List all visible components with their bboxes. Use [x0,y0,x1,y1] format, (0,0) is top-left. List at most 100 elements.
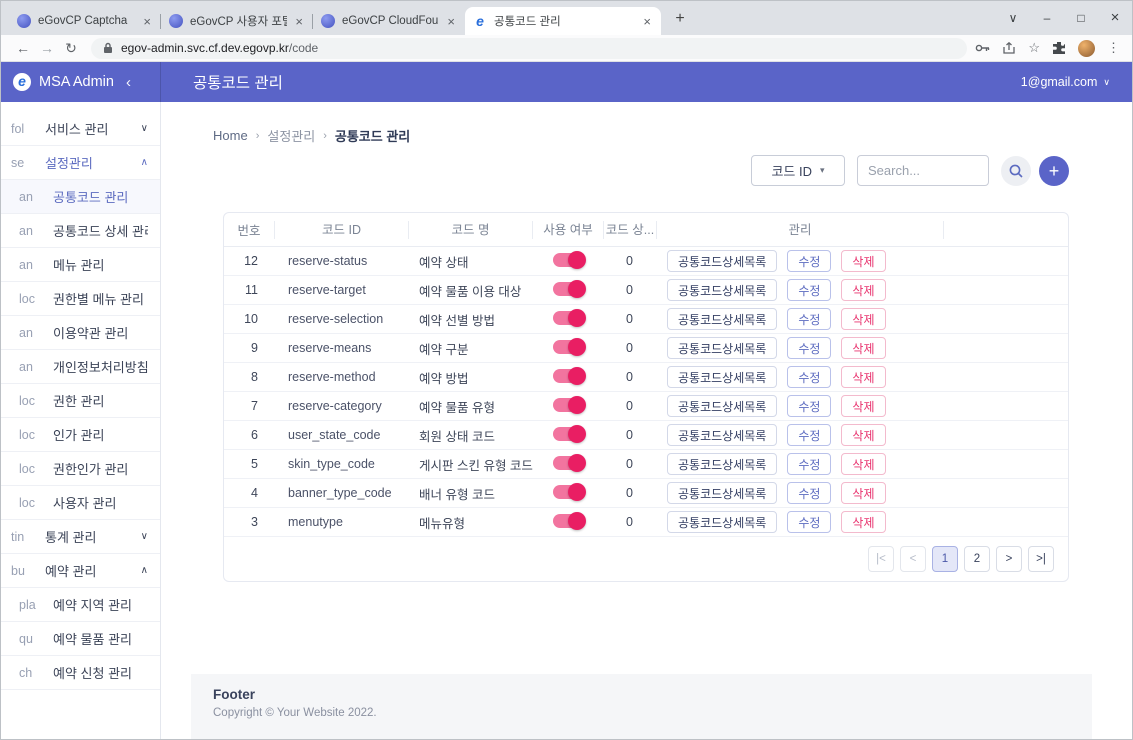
use-toggle[interactable] [553,253,583,267]
user-menu[interactable]: 1@gmail.com ∨ [1021,75,1110,89]
use-toggle[interactable] [553,427,583,441]
extensions-puzzle-icon[interactable] [1052,41,1066,55]
edit-button[interactable]: 수정 [787,337,831,359]
edit-button[interactable]: 수정 [787,279,831,301]
sidebar-item[interactable]: qu예약 물품 관리 [1,622,160,656]
pagination-first[interactable]: |< [868,546,894,572]
use-toggle[interactable] [553,311,583,325]
delete-button[interactable]: 삭제 [841,308,885,330]
detail-list-button[interactable]: 공통코드상세목록 [667,308,777,330]
edit-button[interactable]: 수정 [787,453,831,475]
edit-button[interactable]: 수정 [787,424,831,446]
search-field-select[interactable]: 코드 ID ▾ [751,155,845,186]
cell-code-id: reserve-selection [274,312,408,326]
detail-list-button[interactable]: 공통코드상세목록 [667,250,777,272]
sidebar-item[interactable]: ch예약 신청 관리 [1,656,160,690]
detail-list-button[interactable]: 공통코드상세목록 [667,279,777,301]
reload-button[interactable]: ↻ [59,40,83,57]
edit-button[interactable]: 수정 [787,395,831,417]
sidebar-item[interactable]: fol서비스 관리∨ [1,112,160,146]
password-key-icon[interactable] [975,43,990,53]
minimize-button[interactable]: – [1030,1,1064,35]
pagination-page-1[interactable]: 1 [932,546,958,572]
use-toggle[interactable] [553,340,583,354]
pagination-page-2[interactable]: 2 [964,546,990,572]
new-tab-button[interactable]: + [667,6,693,32]
sidebar-item[interactable]: an이용약관 관리 [1,316,160,350]
tab-close-icon[interactable]: × [641,14,653,29]
browser-tab[interactable]: e공통코드 관리× [465,7,661,35]
sidebar-item[interactable]: an개인정보처리방침 관리 [1,350,160,384]
use-toggle[interactable] [553,398,583,412]
sidebar-item-label: 통계 관리 [45,527,141,546]
sidebar-item[interactable]: bu예약 관리∧ [1,554,160,588]
delete-button[interactable]: 삭제 [841,511,885,533]
tab-close-icon[interactable]: × [141,14,153,29]
delete-button[interactable]: 삭제 [841,279,885,301]
bookmark-star-icon[interactable]: ☆ [1028,40,1040,56]
delete-button[interactable]: 삭제 [841,337,885,359]
footer-copyright: Copyright © Your Website 2022. [213,707,1092,719]
sidebar-item[interactable]: loc권한인가 관리 [1,452,160,486]
use-toggle[interactable] [553,282,583,296]
profile-avatar[interactable] [1078,40,1095,57]
tab-close-icon[interactable]: × [293,14,305,29]
back-button[interactable]: ← [11,40,35,56]
search-input[interactable] [857,155,989,186]
detail-list-button[interactable]: 공통코드상세목록 [667,337,777,359]
detail-list-button[interactable]: 공통코드상세목록 [667,482,777,504]
pagination-next[interactable]: > [996,546,1022,572]
edit-button[interactable]: 수정 [787,366,831,388]
address-bar[interactable]: egov-admin.svc.cf.dev.egovp.kr/code [91,38,967,59]
delete-button[interactable]: 삭제 [841,482,885,504]
detail-list-button[interactable]: 공통코드상세목록 [667,395,777,417]
detail-list-button[interactable]: 공통코드상세목록 [667,424,777,446]
pagination-prev[interactable]: < [900,546,926,572]
sidebar-item[interactable]: loc인가 관리 [1,418,160,452]
edit-button[interactable]: 수정 [787,308,831,330]
search-button[interactable] [1001,156,1031,186]
close-button[interactable]: × [1098,1,1132,35]
browser-tab[interactable]: eGovCP CloudFoundry× [313,7,465,35]
edit-button[interactable]: 수정 [787,250,831,272]
browser-tab[interactable]: eGovCP 사용자 포털× [161,7,313,35]
sidebar-item[interactable]: pla예약 지역 관리 [1,588,160,622]
use-toggle[interactable] [553,369,583,383]
use-toggle[interactable] [553,485,583,499]
browser-menu-icon[interactable]: ⋮ [1107,40,1120,56]
delete-button[interactable]: 삭제 [841,424,885,446]
sidebar-item[interactable]: tin통계 관리∨ [1,520,160,554]
sidebar-item[interactable]: an공통코드 관리 [1,180,160,214]
edit-button[interactable]: 수정 [787,482,831,504]
delete-button[interactable]: 삭제 [841,395,885,417]
column-header: 관리 [656,221,943,239]
detail-list-button[interactable]: 공통코드상세목록 [667,511,777,533]
forward-button[interactable]: → [35,40,59,56]
sidebar-item[interactable]: loc사용자 관리 [1,486,160,520]
cell-actions: 공통코드상세목록 수정 삭제 [656,308,943,330]
sidebar-item[interactable]: loc권한 관리 [1,384,160,418]
tab-close-icon[interactable]: × [445,14,457,29]
sidebar-item[interactable]: loc권한별 메뉴 관리 [1,282,160,316]
delete-button[interactable]: 삭제 [841,366,885,388]
sidebar-item[interactable]: an메뉴 관리 [1,248,160,282]
breadcrumb-section[interactable]: 설정관리 [267,126,315,145]
delete-button[interactable]: 삭제 [841,250,885,272]
cell-use-yn [532,282,603,299]
detail-list-button[interactable]: 공통코드상세목록 [667,453,777,475]
browser-tab[interactable]: eGovCP Captcha× [9,7,161,35]
tab-search-icon[interactable]: ∨ [996,1,1030,35]
pagination-last[interactable]: >| [1028,546,1054,572]
sidebar-item[interactable]: an공통코드 상세 관리 [1,214,160,248]
sidebar-item[interactable]: se설정관리∧ [1,146,160,180]
use-toggle[interactable] [553,514,583,528]
share-icon[interactable] [1002,42,1016,55]
breadcrumb-home[interactable]: Home [213,128,248,143]
maximize-button[interactable]: □ [1064,1,1098,35]
delete-button[interactable]: 삭제 [841,453,885,475]
sidebar-collapse-icon[interactable]: ‹ [126,74,131,91]
add-code-button[interactable]: + [1039,156,1069,186]
detail-list-button[interactable]: 공통코드상세목록 [667,366,777,388]
use-toggle[interactable] [553,456,583,470]
edit-button[interactable]: 수정 [787,511,831,533]
